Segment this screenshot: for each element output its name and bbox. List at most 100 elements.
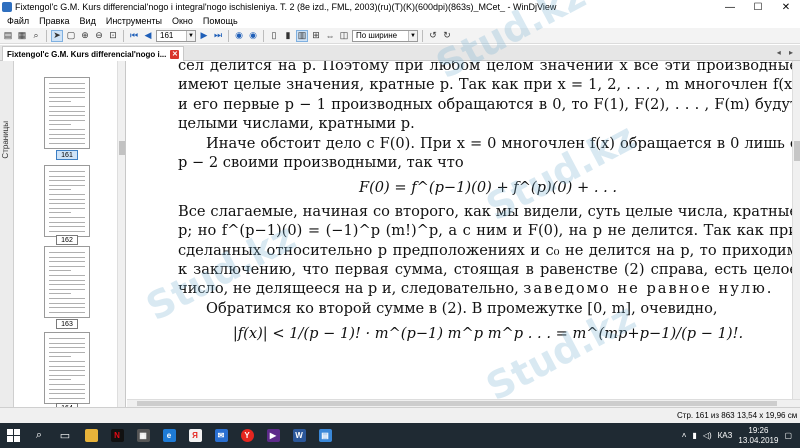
store-icon[interactable]: ▦ [130, 423, 156, 448]
thumbnail-text-line [49, 115, 85, 117]
menu-edit[interactable]: Правка [34, 16, 74, 26]
formula: |f(x)| < 1/(p − 1)! · m^(p−1) m^p m^p . … [232, 325, 744, 343]
yandex-browser-icon[interactable]: Я [182, 423, 208, 448]
thumbnail-text-line [49, 311, 85, 313]
minimize-button[interactable]: — [716, 0, 744, 14]
page-thumbnail[interactable] [44, 77, 90, 149]
notifications-icon[interactable]: ▢ [784, 431, 792, 440]
mail-icon[interactable]: ✉ [208, 423, 234, 448]
select-tool-icon[interactable]: ▢ [65, 30, 77, 42]
pointer-tool-icon[interactable]: ➤ [51, 29, 63, 42]
page-number-value: 161 [160, 31, 174, 40]
last-page-icon[interactable]: ⏭ [212, 30, 224, 42]
edge-browser-icon[interactable]: e [156, 423, 182, 448]
thumbnail-text-line [49, 351, 85, 353]
toolbar-separator [422, 29, 423, 42]
thumbnail-text-line [49, 87, 85, 89]
thumbnail-text-line [49, 142, 85, 144]
close-tab-icon[interactable]: ✕ [170, 49, 180, 59]
single-page-icon[interactable]: ▯ [268, 30, 280, 42]
menu-window[interactable]: Окно [167, 16, 198, 26]
media-player-icon[interactable]: ▶ [260, 423, 286, 448]
task-view-icon[interactable]: ▭ [52, 423, 78, 448]
forward-icon[interactable]: ◉ [247, 30, 259, 42]
open-file-icon[interactable]: ▤ [2, 30, 14, 42]
file-explorer-icon[interactable] [78, 423, 104, 448]
netflix-icon[interactable]: N [104, 423, 130, 448]
thumbnail-text-line [49, 110, 85, 112]
thumbnail-text-line [49, 198, 85, 200]
chevron-up-icon[interactable]: ˄ [682, 431, 687, 440]
sidebar-tab-pages[interactable]: Страницы [1, 121, 10, 159]
thumbnail-text-line [49, 212, 71, 214]
rotate-left-icon[interactable]: ↺ [427, 30, 439, 42]
menu-file[interactable]: Файл [2, 16, 34, 26]
zoom-rect-icon[interactable]: ⊡ [107, 30, 119, 42]
title-bar: Fixtengol'c G.M. Kurs differencial'nogo … [0, 0, 800, 14]
paragraph: сел делится на p. Поэтому при любом цело… [178, 61, 798, 133]
prev-page-icon[interactable]: ◀ [142, 30, 154, 42]
thumbnail-text-line [49, 265, 85, 267]
actual-size-icon[interactable]: ◫ [338, 30, 350, 42]
thumbnail-text-line [49, 365, 85, 367]
windjview-taskbar-icon[interactable]: ▤ [312, 423, 338, 448]
app-window: Fixtengol'c G.M. Kurs differencial'nogo … [0, 0, 800, 448]
chevron-down-icon[interactable]: ▼ [408, 30, 417, 41]
clock-date: 13.04.2019 [738, 435, 779, 445]
facing-pages-icon[interactable]: ▥ [296, 29, 308, 42]
status-page-indicator: Стр. 161 из 863 [677, 411, 735, 420]
next-page-icon[interactable]: ▶ [198, 30, 210, 42]
thumbnail-text-line [49, 374, 85, 376]
close-window-button[interactable]: ✕ [772, 0, 800, 14]
thumbnail-page-number[interactable]: 163 [56, 319, 78, 329]
yandex-icon[interactable]: Y [234, 423, 260, 448]
zoom-mode-value: По ширине [356, 31, 398, 40]
clock[interactable]: 19:26 13.04.2019 [738, 426, 778, 446]
thumbnail-text-line [49, 129, 85, 130]
horizontal-scroll-thumb[interactable] [137, 401, 777, 406]
page-number-combo[interactable]: 161 ▼ [156, 29, 196, 42]
maximize-button[interactable]: ☐ [744, 0, 772, 14]
zoom-out-icon[interactable]: ⊖ [93, 30, 105, 42]
thumbnail-page-number[interactable]: 162 [56, 235, 78, 245]
tab-scroll-arrows-icon[interactable]: ◂ ▸ [777, 48, 796, 57]
document-view[interactable]: сел делится на p. Поэтому при любом цело… [127, 61, 800, 406]
word-icon[interactable]: W [286, 423, 312, 448]
fit-page-icon[interactable]: ⊞ [310, 30, 322, 42]
thumbnail-scrollbar[interactable] [117, 61, 125, 418]
thumbnail-text-line [49, 92, 85, 94]
rotate-right-icon[interactable]: ↻ [441, 30, 453, 42]
volume-icon[interactable]: ◁) [703, 431, 712, 440]
thumbnail-text-line [49, 252, 85, 253]
menu-help[interactable]: Помощь [198, 16, 243, 26]
vertical-scroll-thumb[interactable] [794, 141, 800, 161]
first-page-icon[interactable]: ⏮ [128, 30, 140, 42]
network-icon[interactable]: ▮ [692, 431, 696, 440]
keyboard-language[interactable]: КАЗ [718, 431, 733, 440]
zoom-in-icon[interactable]: ⊕ [79, 30, 91, 42]
search-icon[interactable]: ⌕ [26, 423, 52, 448]
thumbnail-text-line [49, 384, 85, 385]
menu-tools[interactable]: Инструменты [101, 16, 167, 26]
horizontal-scrollbar[interactable] [127, 399, 800, 407]
continuous-icon[interactable]: ▮ [282, 30, 294, 42]
thumbnail-page-number[interactable]: 161 [56, 150, 78, 160]
page-thumbnail[interactable] [44, 332, 90, 404]
page-thumbnail[interactable] [44, 165, 90, 237]
thumbnail-scroll-thumb[interactable] [119, 141, 125, 155]
vertical-scrollbar[interactable] [792, 61, 800, 399]
chevron-down-icon[interactable]: ▼ [186, 30, 195, 41]
find-icon[interactable]: ⌕ [30, 30, 42, 42]
menu-view[interactable]: Вид [75, 16, 101, 26]
thumbnail-text-line [49, 393, 85, 395]
zoom-mode-combo[interactable]: По ширине ▼ [352, 29, 418, 42]
document-tab[interactable]: Fixtengol'c G.M. Kurs differencial'nogo … [2, 46, 185, 61]
formula: F(0) = f^(p−1)(0) + f^(p)(0) + . . . [358, 179, 618, 197]
print-icon[interactable]: ▦ [16, 30, 28, 42]
start-button[interactable] [0, 423, 26, 448]
fit-width-icon[interactable]: ⇔ [324, 30, 336, 42]
system-tray: ˄ ▮ ◁) КАЗ 19:26 13.04.2019 ▢ [682, 423, 800, 448]
page-thumbnail[interactable] [44, 246, 90, 318]
back-icon[interactable]: ◉ [233, 30, 245, 42]
thumbnail-text-line [49, 138, 85, 140]
